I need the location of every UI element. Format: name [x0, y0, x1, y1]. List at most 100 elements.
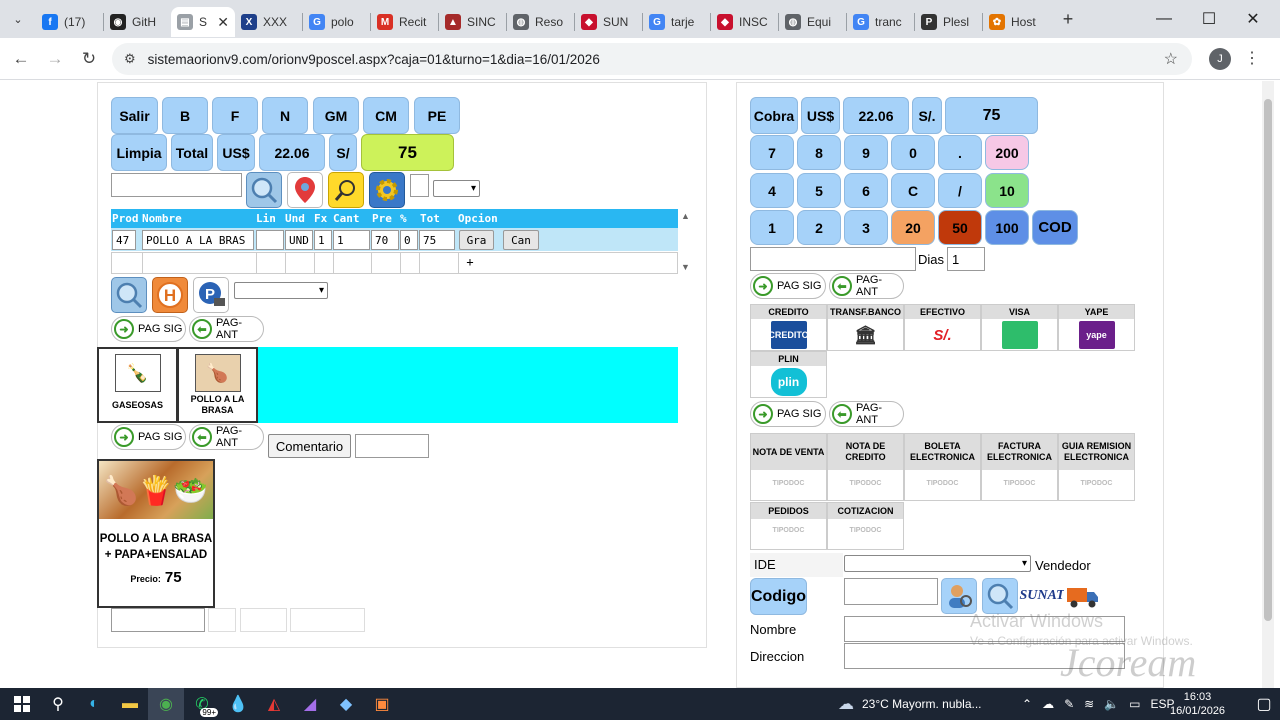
- cell-prod[interactable]: 47: [112, 230, 136, 250]
- whatsapp-icon[interactable]: ✆ 99+: [184, 688, 220, 720]
- payment-method[interactable]: YAPE yape: [1058, 304, 1135, 351]
- visual-studio-icon[interactable]: ◢: [292, 688, 328, 720]
- cell-fx[interactable]: 1: [314, 230, 332, 250]
- usd-button[interactable]: US$: [801, 97, 840, 134]
- browser-tab[interactable]: Gtranc: [847, 7, 914, 37]
- browser-tab[interactable]: Gtarje: [643, 7, 710, 37]
- payment-page-prev-button[interactable]: ⬅ PAG-ANT: [829, 273, 904, 299]
- cell-pct[interactable]: 0: [400, 230, 418, 250]
- site-info-icon[interactable]: ⚙: [124, 51, 136, 67]
- bookmark-star-icon[interactable]: ☆: [1164, 49, 1178, 69]
- page-scrollbar-thumb[interactable]: [1264, 99, 1272, 621]
- keypad-key[interactable]: 20: [891, 210, 935, 245]
- bottom-input-4[interactable]: [290, 608, 365, 632]
- browser-tab[interactable]: M Recit: [371, 7, 438, 37]
- gear-icon[interactable]: [369, 172, 405, 208]
- cell-cant[interactable]: 1: [333, 230, 370, 250]
- volume-icon[interactable]: 🔈: [1104, 697, 1119, 711]
- keypad-key[interactable]: 200: [985, 135, 1029, 170]
- cell-nombre[interactable]: POLLO A LA BRAS: [142, 230, 254, 250]
- sunat-icon[interactable]: SUNAT: [1019, 578, 1065, 614]
- omnibox[interactable]: ⚙ sistemaorionv9.com/orionv9poscel.aspx?…: [112, 43, 1192, 75]
- browser-tab[interactable]: Gpolo: [303, 7, 370, 37]
- codigo-button[interactable]: Codigo: [750, 578, 807, 615]
- header-button-salir[interactable]: Salir: [111, 97, 158, 134]
- browser-tab[interactable]: P Plesl: [915, 7, 982, 37]
- docs-page-next-button[interactable]: ➜ PAG SIG: [750, 401, 826, 427]
- browser-tab[interactable]: ◆ SUN: [575, 7, 642, 37]
- document-type[interactable]: COTIZACION TIPODOC: [827, 502, 904, 550]
- keypad-key[interactable]: .: [938, 135, 982, 170]
- keypad-key[interactable]: 0: [891, 135, 935, 170]
- keypad-key[interactable]: 10: [985, 173, 1029, 208]
- document-type[interactable]: GUIA REMISION ELECTRONICA TIPODOC: [1058, 433, 1135, 501]
- header-button-cm[interactable]: CM: [363, 97, 409, 134]
- cell-und[interactable]: UND: [285, 230, 313, 250]
- browser-tab[interactable]: ▤ S ✕: [171, 7, 235, 37]
- battery-icon[interactable]: ▭: [1129, 697, 1140, 711]
- docs-page-prev-button[interactable]: ⬅ PAG-ANT: [829, 401, 904, 427]
- forward-button[interactable]: →: [38, 42, 72, 76]
- truck-icon[interactable]: [1064, 578, 1100, 614]
- soles-button[interactable]: S/.: [912, 97, 942, 134]
- document-type[interactable]: NOTA DE CREDITO TIPODOC: [827, 433, 904, 501]
- location-pin-icon[interactable]: [287, 172, 323, 208]
- comment-button[interactable]: Comentario: [268, 434, 351, 458]
- page-prev-button[interactable]: ⬅ PAG-ANT: [189, 316, 264, 342]
- total-button[interactable]: Total: [171, 134, 213, 171]
- codigo-input[interactable]: [844, 578, 938, 605]
- limpia-button[interactable]: Limpia: [111, 134, 167, 171]
- browser-tab[interactable]: ◉ GitH: [104, 7, 171, 37]
- wifi-icon[interactable]: ≋: [1084, 697, 1094, 711]
- grabar-button[interactable]: Gra: [459, 230, 494, 250]
- bottom-input-1[interactable]: [111, 608, 205, 632]
- keypad-key[interactable]: COD: [1032, 210, 1078, 245]
- search-icon[interactable]: [246, 172, 282, 208]
- category-pollo-a-la-brasa[interactable]: 🍗 POLLO A LA BRASA: [177, 347, 258, 423]
- cancel-button[interactable]: Can: [503, 230, 539, 250]
- keypad-key[interactable]: C: [891, 173, 935, 208]
- keypad-key[interactable]: 4: [750, 173, 794, 208]
- payment-method[interactable]: VISA: [981, 304, 1058, 351]
- vendedor-select[interactable]: ▾: [844, 555, 1031, 572]
- browser-tab[interactable]: ✿ Host: [983, 7, 1050, 37]
- browser-tab[interactable]: ◆ INSC: [711, 7, 778, 37]
- cobra-button[interactable]: Cobra: [750, 97, 798, 134]
- browser-tab[interactable]: f (17): [36, 7, 103, 37]
- page-next-button[interactable]: ➜ PAG SIG: [111, 316, 186, 342]
- cell-lin[interactable]: [256, 230, 284, 250]
- keypad-key[interactable]: 100: [985, 210, 1029, 245]
- product-search-input[interactable]: [111, 173, 242, 197]
- new-tab-button[interactable]: +: [1054, 5, 1082, 33]
- browser-menu-icon[interactable]: ⋮: [1244, 48, 1260, 68]
- maximize-button[interactable]: ☐: [1186, 0, 1232, 38]
- keypad-key[interactable]: 3: [844, 210, 888, 245]
- search-icon[interactable]: [982, 578, 1018, 614]
- customer-search-icon[interactable]: [941, 578, 977, 614]
- comment-input[interactable]: [355, 434, 429, 458]
- close-window-button[interactable]: ✕: [1230, 0, 1276, 38]
- grid-scroll-up[interactable]: ▲: [681, 211, 690, 221]
- document-type[interactable]: NOTA DE VENTA TIPODOC: [750, 433, 827, 501]
- acrobat-icon[interactable]: ◭: [256, 688, 292, 720]
- browser-tab[interactable]: ◍ Reso: [507, 7, 574, 37]
- header-button-gm[interactable]: GM: [313, 97, 359, 134]
- browser-tab[interactable]: ▲ SINC: [439, 7, 506, 37]
- product-card[interactable]: 🍗🍟🥗 POLLO A LA BRASA + PAPA+ENSALAD Prec…: [97, 459, 215, 608]
- document-type[interactable]: BOLETA ELECTRONICA TIPODOC: [904, 433, 981, 501]
- keypad-key[interactable]: 8: [797, 135, 841, 170]
- print-icon[interactable]: P: [193, 277, 229, 313]
- header-button-pe[interactable]: PE: [414, 97, 460, 134]
- keypad-key[interactable]: 6: [844, 173, 888, 208]
- payment-note-input[interactable]: [750, 247, 916, 271]
- weather-widget[interactable]: ☁ 23°C Mayorm. nubla...: [838, 688, 982, 720]
- cloud-sync-icon[interactable]: ☁: [1042, 697, 1054, 711]
- cell-tot[interactable]: 75: [419, 230, 455, 250]
- category-page-prev-button[interactable]: ⬅ PAG-ANT: [189, 424, 264, 450]
- keypad-key[interactable]: 1: [750, 210, 794, 245]
- payment-method[interactable]: EFECTIVO S/.: [904, 304, 981, 351]
- bottom-input-2[interactable]: [208, 608, 236, 632]
- search-icon[interactable]: ⚲: [40, 688, 76, 720]
- document-type[interactable]: PEDIDOS TIPODOC: [750, 502, 827, 550]
- category-page-next-button[interactable]: ➜ PAG SIG: [111, 424, 186, 450]
